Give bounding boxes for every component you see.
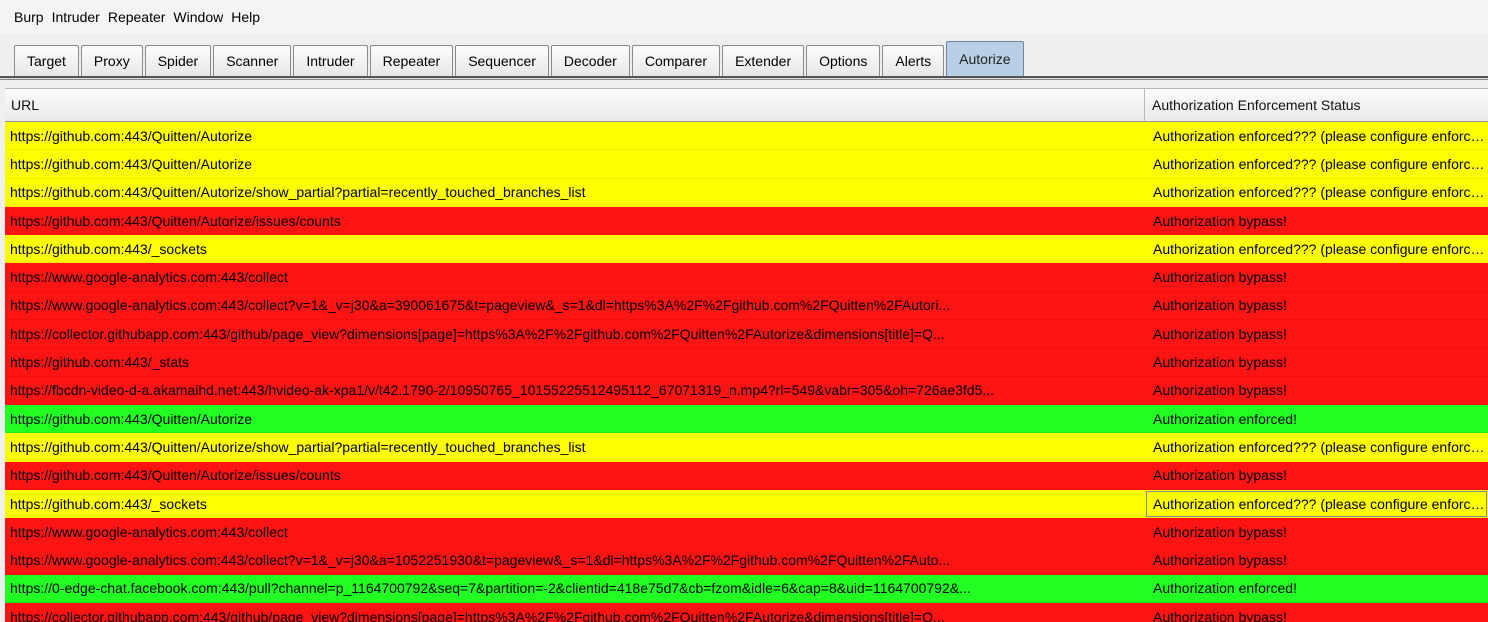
- url-cell[interactable]: https://www.google-analytics.com:443/col…: [5, 518, 1145, 546]
- table-row[interactable]: https://www.google-analytics.com:443/col…: [5, 291, 1488, 321]
- status-cell[interactable]: Authorization bypass!: [1145, 320, 1488, 348]
- tab-extender[interactable]: Extender: [722, 45, 805, 76]
- table-row[interactable]: https://github.com:443/Quitten/Autorize/…: [5, 178, 1488, 207]
- tab-strip: Target Proxy Spider Scanner Intruder Repeater…: [0, 34, 1488, 76]
- url-cell[interactable]: https://github.com:443/Quitten/Autorize: [5, 405, 1145, 433]
- url-cell[interactable]: https://0-edge-chat.facebook.com:443/pul…: [5, 574, 1145, 602]
- tab-autorize[interactable]: Autorize: [946, 41, 1024, 76]
- url-cell[interactable]: https://github.com:443/Quitten/Autorize: [5, 150, 1145, 178]
- table-row[interactable]: https://github.com:443/Quitten/Autorize/…: [5, 433, 1488, 462]
- url-cell[interactable]: https://github.com:443/Quitten/Autorize: [5, 122, 1145, 150]
- tab-spider[interactable]: Spider: [144, 45, 212, 76]
- table-row[interactable]: https://github.com:443/Quitten/Autorize/…: [5, 206, 1488, 236]
- tab-options[interactable]: Options: [806, 45, 881, 76]
- status-cell[interactable]: Authorization bypass!: [1145, 461, 1488, 489]
- table-row[interactable]: https://www.google-analytics.com:443/col…: [5, 518, 1488, 547]
- url-cell[interactable]: https://www.google-analytics.com:443/col…: [5, 291, 1145, 319]
- main-tabs: Target Proxy Spider Scanner Intruder Repeater…: [14, 41, 1026, 76]
- status-cell[interactable]: Authorization bypass!: [1145, 263, 1488, 291]
- url-cell[interactable]: https://www.google-analytics.com:443/col…: [5, 263, 1145, 291]
- table-row[interactable]: https://www.google-analytics.com:443/col…: [5, 546, 1488, 575]
- status-cell[interactable]: Authorization enforced??? (please config…: [1145, 122, 1488, 150]
- table-row[interactable]: https://github.com:443/_sockets Authoriza…: [5, 489, 1488, 519]
- table-header: URL Authorization Enforcement Status: [5, 88, 1488, 122]
- status-cell[interactable]: Authorization enforced??? (please config…: [1145, 433, 1488, 461]
- status-cell[interactable]: Authorization bypass!: [1145, 207, 1488, 235]
- url-cell[interactable]: https://github.com:443/_sockets: [5, 490, 1145, 518]
- tab-sequencer[interactable]: Sequencer: [455, 45, 549, 76]
- url-cell[interactable]: https://www.google-analytics.com:443/col…: [5, 546, 1145, 574]
- status-cell[interactable]: Authorization bypass!: [1145, 603, 1488, 622]
- table-row[interactable]: https://0-edge-chat.facebook.com:443/pul…: [5, 574, 1488, 604]
- url-cell[interactable]: https://collector.githubapp.com:443/gith…: [5, 603, 1145, 622]
- url-cell[interactable]: https://fbcdn-video-d-a.akamaihd.net:443…: [5, 376, 1145, 404]
- column-header-url[interactable]: URL: [5, 89, 1145, 121]
- status-cell[interactable]: Authorization enforced!: [1145, 405, 1488, 433]
- status-cell[interactable]: Authorization bypass!: [1145, 291, 1488, 319]
- status-cell[interactable]: Authorization bypass!: [1145, 518, 1488, 546]
- table-row[interactable]: https://fbcdn-video-d-a.akamaihd.net:443…: [5, 376, 1488, 405]
- menu-burp[interactable]: Burp: [14, 9, 44, 25]
- status-cell[interactable]: Authorization bypass!: [1145, 376, 1488, 404]
- tab-target[interactable]: Target: [14, 45, 79, 76]
- menu-window[interactable]: Window: [173, 9, 223, 25]
- table-row[interactable]: https://collector.githubapp.com:443/gith…: [5, 603, 1488, 622]
- table-row[interactable]: https://github.com:443/_stats Authorizati…: [5, 348, 1488, 377]
- table-row[interactable]: https://github.com:443/Quitten/Autorize A…: [5, 122, 1488, 151]
- autorize-results-table: URL Authorization Enforcement Status htt…: [5, 88, 1488, 622]
- table-row[interactable]: https://github.com:443/Quitten/Autorize/…: [5, 461, 1488, 490]
- table-row[interactable]: https://github.com:443/_sockets Authoriza…: [5, 235, 1488, 264]
- status-cell[interactable]: Authorization enforced??? (please config…: [1145, 150, 1488, 178]
- column-header-status[interactable]: Authorization Enforcement Status: [1145, 89, 1488, 121]
- table-body: https://github.com:443/Quitten/Autorize A…: [5, 122, 1488, 622]
- status-cell[interactable]: Authorization enforced??? (please config…: [1145, 178, 1488, 206]
- url-cell[interactable]: https://github.com:443/_stats: [5, 348, 1145, 376]
- status-cell[interactable]: Authorization enforced??? (please config…: [1145, 490, 1488, 518]
- table-row[interactable]: https://github.com:443/Quitten/Autorize A…: [5, 150, 1488, 179]
- table-row[interactable]: https://www.google-analytics.com:443/col…: [5, 263, 1488, 292]
- url-cell[interactable]: https://github.com:443/Quitten/Autorize/…: [5, 433, 1145, 461]
- menu-bar: Burp Intruder Repeater Window Help: [0, 0, 1488, 34]
- url-cell[interactable]: https://collector.githubapp.com:443/gith…: [5, 320, 1145, 348]
- tab-proxy[interactable]: Proxy: [80, 45, 143, 76]
- table-row[interactable]: https://collector.githubapp.com:443/gith…: [5, 320, 1488, 349]
- status-cell[interactable]: Authorization enforced??? (please config…: [1145, 235, 1488, 263]
- tab-decoder[interactable]: Decoder: [550, 45, 630, 76]
- tab-scanner[interactable]: Scanner: [213, 45, 292, 76]
- url-cell[interactable]: https://github.com:443/_sockets: [5, 235, 1145, 263]
- status-cell[interactable]: Authorization enforced!: [1145, 574, 1488, 602]
- menu-intruder[interactable]: Intruder: [52, 9, 100, 25]
- url-cell[interactable]: https://github.com:443/Quitten/Autorize/…: [5, 207, 1145, 235]
- tab-alerts[interactable]: Alerts: [882, 45, 945, 76]
- tab-comparer[interactable]: Comparer: [631, 45, 721, 76]
- url-cell[interactable]: https://github.com:443/Quitten/Autorize/…: [5, 461, 1145, 489]
- tab-repeater[interactable]: Repeater: [369, 45, 454, 76]
- url-cell[interactable]: https://github.com:443/Quitten/Autorize/…: [5, 178, 1145, 206]
- status-cell[interactable]: Authorization bypass!: [1145, 348, 1488, 376]
- menu-repeater[interactable]: Repeater: [108, 9, 166, 25]
- tab-divider: [0, 76, 1488, 80]
- menu-help[interactable]: Help: [231, 9, 260, 25]
- status-cell[interactable]: Authorization bypass!: [1145, 546, 1488, 574]
- table-row[interactable]: https://github.com:443/Quitten/Autorize A…: [5, 404, 1488, 434]
- tab-intruder[interactable]: Intruder: [293, 45, 368, 76]
